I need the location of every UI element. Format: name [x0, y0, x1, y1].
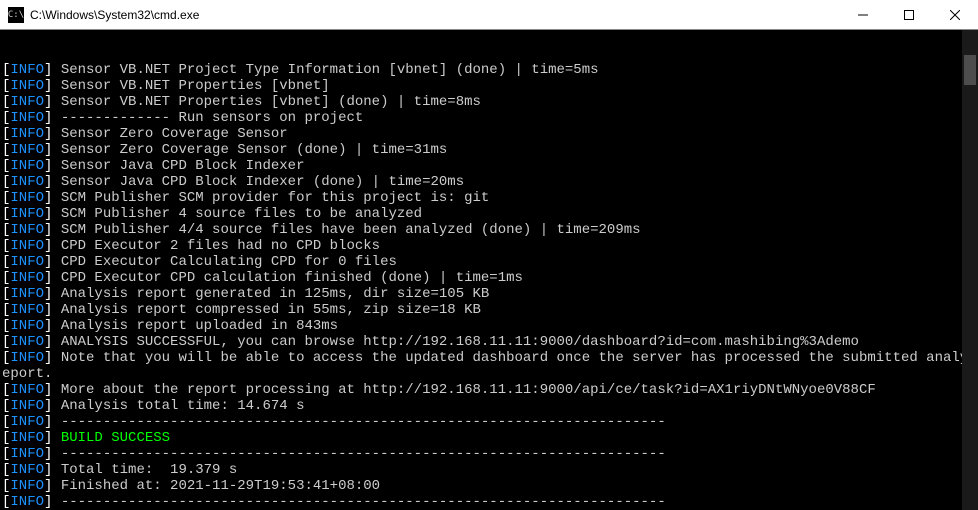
log-level: INFO — [10, 414, 44, 430]
window-title: C:\Windows\System32\cmd.exe — [30, 8, 199, 22]
log-line: [INFO] Sensor Java CPD Block Indexer (do… — [2, 174, 978, 190]
log-line: [INFO] Sensor VB.NET Properties [vbnet] — [2, 78, 978, 94]
log-line: [INFO] CPD Executor Calculating CPD for … — [2, 254, 978, 270]
log-message: Analysis total time: 14.674 s — [61, 398, 305, 414]
log-level: INFO — [10, 350, 44, 366]
log-level: INFO — [10, 94, 44, 110]
log-message: SCM Publisher SCM provider for this proj… — [61, 190, 489, 206]
log-level: INFO — [10, 494, 44, 510]
log-level: INFO — [10, 382, 44, 398]
close-button[interactable] — [932, 0, 978, 30]
log-message: Sensor VB.NET Project Type Information [… — [61, 62, 599, 78]
log-line: [INFO] ANALYSIS SUCCESSFUL, you can brow… — [2, 334, 978, 350]
minimize-button[interactable] — [840, 0, 886, 30]
log-level: INFO — [10, 478, 44, 494]
log-level: INFO — [10, 430, 44, 446]
scrollbar[interactable] — [962, 30, 978, 510]
maximize-button[interactable] — [886, 0, 932, 30]
log-line: [INFO] Sensor VB.NET Properties [vbnet] … — [2, 94, 978, 110]
log-message: Sensor Zero Coverage Sensor (done) | tim… — [61, 142, 447, 158]
log-line: [INFO] Total time: 19.379 s — [2, 462, 978, 478]
log-message: SCM Publisher 4/4 source files have been… — [61, 222, 641, 238]
log-message: ----------------------------------------… — [61, 494, 666, 510]
log-level: INFO — [10, 318, 44, 334]
log-message: Analysis report compressed in 55ms, zip … — [61, 302, 481, 318]
log-line: [INFO] Analysis report generated in 125m… — [2, 286, 978, 302]
log-line: [INFO] Sensor VB.NET Project Type Inform… — [2, 62, 978, 78]
log-line: [INFO] Analysis total time: 14.674 s — [2, 398, 978, 414]
log-line: [INFO] ---------------------------------… — [2, 446, 978, 462]
log-level: INFO — [10, 446, 44, 462]
log-line: [INFO] Note that you will be able to acc… — [2, 350, 978, 366]
log-level: INFO — [10, 126, 44, 142]
log-level: INFO — [10, 270, 44, 286]
log-message: Analysis report generated in 125ms, dir … — [61, 286, 489, 302]
log-level: INFO — [10, 142, 44, 158]
log-line: [INFO] SCM Publisher 4 source files to b… — [2, 206, 978, 222]
log-line: [INFO] Sensor Zero Coverage Sensor — [2, 126, 978, 142]
cmd-icon: C:\ — [8, 7, 24, 23]
log-message: eport. — [2, 366, 52, 382]
log-line: eport. — [2, 366, 978, 382]
log-message: Note that you will be able to access the… — [61, 350, 978, 366]
log-message: Sensor VB.NET Properties [vbnet] — [61, 78, 330, 94]
log-line: [INFO] SCM Publisher SCM provider for th… — [2, 190, 978, 206]
log-level: INFO — [10, 78, 44, 94]
log-level: INFO — [10, 238, 44, 254]
log-message: CPD Executor Calculating CPD for 0 files — [61, 254, 397, 270]
log-level: INFO — [10, 398, 44, 414]
log-line: [INFO] CPD Executor CPD calculation fini… — [2, 270, 978, 286]
log-message: ------------- Run sensors on project — [61, 110, 363, 126]
log-line: [INFO] Sensor Zero Coverage Sensor (done… — [2, 142, 978, 158]
log-line: [INFO] ---------------------------------… — [2, 414, 978, 430]
log-level: INFO — [10, 174, 44, 190]
log-message: Sensor Java CPD Block Indexer (done) | t… — [61, 174, 464, 190]
log-line: [INFO] Finished at: 2021-11-29T19:53:41+… — [2, 478, 978, 494]
log-level: INFO — [10, 286, 44, 302]
log-message: ANALYSIS SUCCESSFUL, you can browse http… — [61, 334, 859, 350]
window-titlebar: C:\ C:\Windows\System32\cmd.exe — [0, 0, 978, 30]
log-level: INFO — [10, 190, 44, 206]
log-level: INFO — [10, 158, 44, 174]
log-message: Sensor Zero Coverage Sensor — [61, 126, 288, 142]
log-message: Sensor Java CPD Block Indexer — [61, 158, 305, 174]
log-level: INFO — [10, 222, 44, 238]
log-level: INFO — [10, 302, 44, 318]
log-message: More about the report processing at http… — [61, 382, 876, 398]
log-line: [INFO] SCM Publisher 4/4 source files ha… — [2, 222, 978, 238]
log-level: INFO — [10, 206, 44, 222]
log-line: [INFO] More about the report processing … — [2, 382, 978, 398]
log-message: Finished at: 2021-11-29T19:53:41+08:00 — [61, 478, 380, 494]
log-line: [INFO] Analysis report uploaded in 843ms — [2, 318, 978, 334]
log-message: Analysis report uploaded in 843ms — [61, 318, 338, 334]
log-message: CPD Executor CPD calculation finished (d… — [61, 270, 523, 286]
log-message: BUILD SUCCESS — [61, 430, 170, 446]
log-message: Total time: 19.379 s — [61, 462, 237, 478]
log-level: INFO — [10, 462, 44, 478]
log-line: [INFO] CPD Executor 2 files had no CPD b… — [2, 238, 978, 254]
log-line: [INFO] Sensor Java CPD Block Indexer — [2, 158, 978, 174]
log-level: INFO — [10, 254, 44, 270]
log-line: [INFO] Analysis report compressed in 55m… — [2, 302, 978, 318]
log-level: INFO — [10, 62, 44, 78]
log-level: INFO — [10, 334, 44, 350]
log-line: [INFO] ---------------------------------… — [2, 494, 978, 510]
log-message: SCM Publisher 4 source files to be analy… — [61, 206, 422, 222]
scrollbar-thumb[interactable] — [964, 55, 976, 85]
log-message: ----------------------------------------… — [61, 446, 666, 462]
log-level: INFO — [10, 110, 44, 126]
log-message: CPD Executor 2 files had no CPD blocks — [61, 238, 380, 254]
terminal-output[interactable]: [INFO] Sensor VB.NET Project Type Inform… — [0, 30, 978, 510]
log-line: [INFO] ------------- Run sensors on proj… — [2, 110, 978, 126]
log-line: [INFO] BUILD SUCCESS — [2, 430, 978, 446]
log-message: Sensor VB.NET Properties [vbnet] (done) … — [61, 94, 481, 110]
log-message: ----------------------------------------… — [61, 414, 666, 430]
